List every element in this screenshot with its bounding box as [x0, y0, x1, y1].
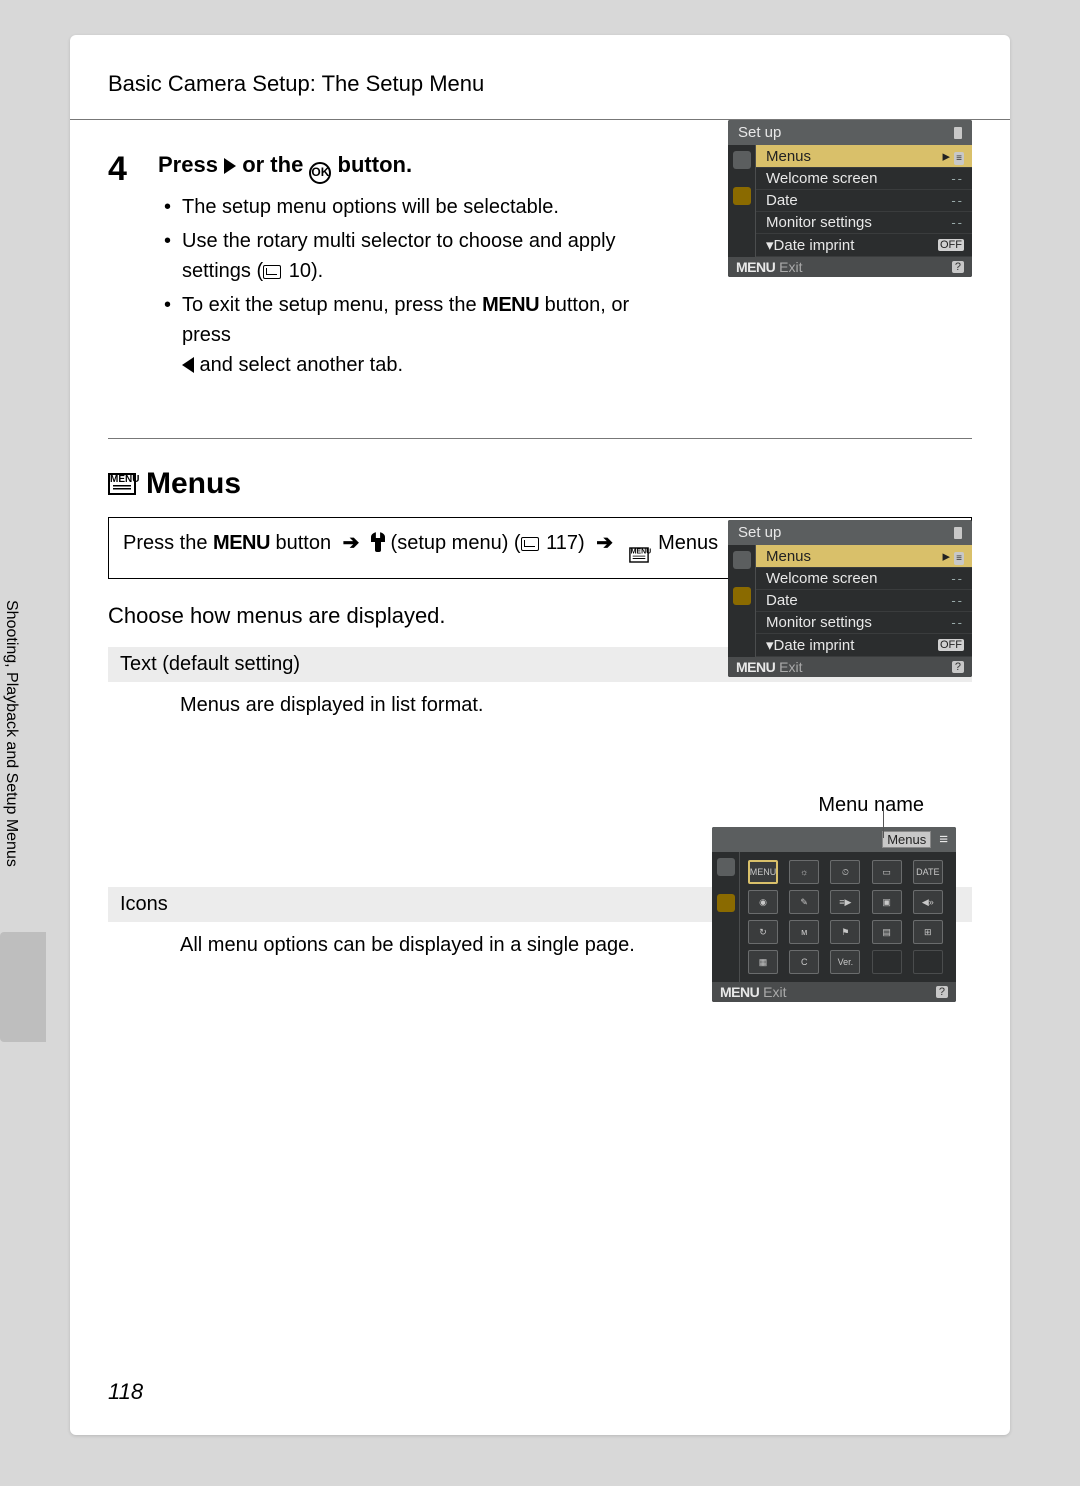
- step-bullets: The setup menu options will be selectabl…: [158, 192, 638, 380]
- callout-line: [883, 808, 884, 838]
- grid-cell: ▤: [872, 920, 902, 944]
- grid-cell: MENU: [748, 860, 778, 884]
- grid-cell: ▦: [748, 950, 778, 974]
- grid-cell: ↻: [748, 920, 778, 944]
- header-text: Basic Camera Setup: The Setup Menu: [108, 71, 484, 96]
- lcd-row-date: Date--: [756, 190, 972, 212]
- margin-section-label: Shooting, Playback and Setup Menus: [2, 600, 20, 980]
- ok-button-icon: OK: [309, 162, 331, 184]
- grid-cell: ◉: [748, 890, 778, 914]
- lcd-side-tabs: [712, 852, 740, 982]
- bullet-2: Use the rotary multi selector to choose …: [164, 226, 638, 286]
- lcd-row-menus: Menus ▸ ≡: [756, 145, 972, 168]
- bullet-1: The setup menu options will be selectabl…: [164, 192, 638, 222]
- lcd-header: Set up: [728, 520, 972, 545]
- divider: [108, 438, 972, 439]
- lcd-footer: MENU Exit ?: [728, 657, 972, 677]
- lcd-footer: MENU Exit ?: [712, 982, 956, 1002]
- grid-cell-empty: [872, 950, 902, 974]
- lcd-icons-header: Menus ≡: [712, 827, 956, 852]
- menu-name-tag: Menus: [882, 831, 931, 848]
- submenu-arrow-icon: ▸ ≡: [942, 147, 964, 165]
- lcd-side-tabs: [728, 545, 756, 657]
- list-mode-icon: ≡: [939, 831, 948, 848]
- page-number: 118: [108, 1379, 143, 1405]
- grid-cell-empty: [913, 950, 943, 974]
- lcd-list: Menus▸ ≡ Welcome screen-- Date-- Monitor…: [756, 545, 972, 657]
- wrench-tab-icon: [733, 187, 751, 205]
- manual-page: Basic Camera Setup: The Setup Menu Shoot…: [70, 35, 1010, 1435]
- grid-cell: ✎: [789, 890, 819, 914]
- lcd-screenshot-1: Set up Menus ▸ ≡ Welcome screen: [728, 120, 972, 277]
- sub-arrow-icon: ▾: [766, 237, 774, 254]
- lcd-side-tabs: [728, 145, 756, 257]
- grid-cell: ᴍ: [789, 920, 819, 944]
- grid-cell: C: [789, 950, 819, 974]
- arrow-icon: ➔: [343, 532, 360, 554]
- book-ref-icon: [263, 265, 281, 279]
- icon-grid: MENU ☼ ⏲ ▭ DATE ◉ ✎ ≡▶ ▣ ◀» ↻ ᴍ ⚑ ▤: [740, 852, 956, 982]
- menu-name-callout: Menu name: [712, 794, 924, 817]
- lcd-row: Menus▸ ≡: [756, 545, 972, 568]
- lcd-header: Set up: [728, 120, 972, 145]
- lcd-row: Date--: [756, 590, 972, 612]
- page-header: Basic Camera Setup: The Setup Menu: [70, 35, 1010, 120]
- lcd-row-welcome: Welcome screen--: [756, 168, 972, 190]
- lcd-screenshot-2: Set up Menus▸ ≡ Welcome screen-- Date-- …: [728, 520, 972, 677]
- section-title: MENU Menus: [108, 467, 972, 501]
- lcd-list: Menus ▸ ≡ Welcome screen-- Date-- Monito…: [756, 145, 972, 257]
- camera-tab-icon: [733, 551, 751, 569]
- grid-cell: ⊞: [913, 920, 943, 944]
- help-icon: ?: [952, 261, 964, 273]
- option-text-desc: Menus are displayed in list format.: [108, 694, 972, 717]
- menu-list-icon: MENU: [108, 473, 136, 495]
- grid-cell: ▣: [872, 890, 902, 914]
- grid-cell: ▭: [872, 860, 902, 884]
- help-icon: ?: [952, 661, 964, 673]
- left-arrow-icon: [182, 357, 194, 373]
- bullet-3: To exit the setup menu, press the MENU b…: [164, 290, 638, 380]
- grid-cell: ⚑: [830, 920, 860, 944]
- grid-cell: Ver.: [830, 950, 860, 974]
- lcd-row: ▾Date imprintOFF: [756, 634, 972, 657]
- wrench-icon: [371, 534, 385, 552]
- camera-tab-icon: [733, 151, 751, 169]
- grid-cell: DATE: [913, 860, 943, 884]
- wrench-tab-icon: [733, 587, 751, 605]
- wrench-tab-icon: [717, 894, 735, 912]
- menu-list-icon: MENU: [629, 547, 649, 562]
- lcd-row-monitor: Monitor settings--: [756, 212, 972, 234]
- grid-cell: ◀»: [913, 890, 943, 914]
- margin-tab: [0, 932, 46, 1042]
- book-ref-icon: [521, 537, 539, 551]
- lcd-row: Monitor settings--: [756, 612, 972, 634]
- right-arrow-icon: [224, 158, 236, 174]
- grid-cell: ⏲: [830, 860, 860, 884]
- grid-cell: ☼: [789, 860, 819, 884]
- lcd-footer: MENU Exit ?: [728, 257, 972, 277]
- lcd-row: Welcome screen--: [756, 568, 972, 590]
- step-number: 4: [108, 152, 158, 384]
- lcd-row-dateimprint: ▾Date imprint OFF: [756, 234, 972, 257]
- grid-cell: ≡▶: [830, 890, 860, 914]
- arrow-icon: ➔: [596, 532, 613, 554]
- menu-label: MENU: [482, 294, 539, 316]
- page-content: Shooting, Playback and Setup Menus 4 Pre…: [70, 120, 1010, 957]
- lcd-screenshot-3: Menu name Menus ≡ MENU ☼ ⏲ ▭: [712, 800, 972, 1002]
- scroll-indicator-icon: [954, 127, 962, 139]
- scroll-indicator-icon: [954, 527, 962, 539]
- sub-arrow-icon: ▾: [766, 637, 774, 654]
- camera-tab-icon: [717, 858, 735, 876]
- help-icon: ?: [936, 986, 948, 998]
